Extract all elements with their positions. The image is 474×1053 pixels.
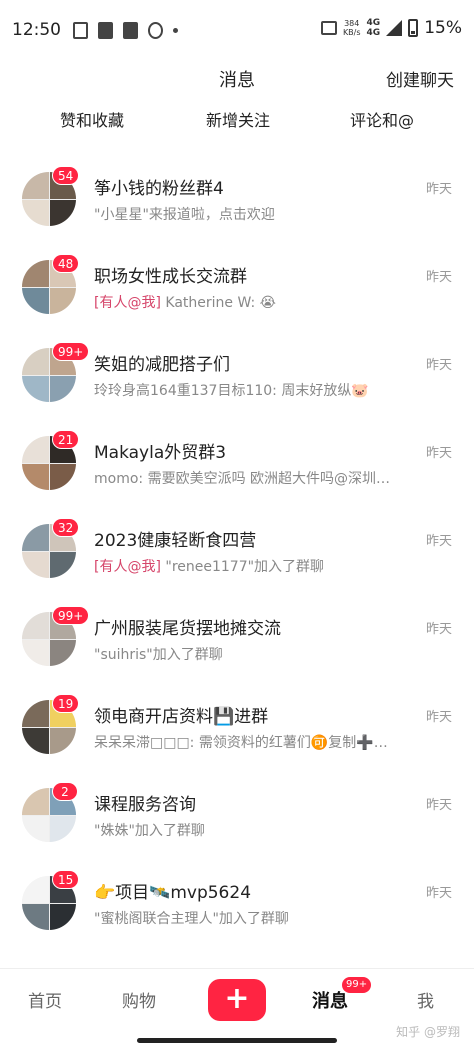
preview-text: "renee1177"加入了群聊	[160, 559, 325, 575]
conversation-time: 昨天	[425, 358, 452, 373]
quick-tabs: 赞和收藏 新增关注 评论和@	[0, 100, 474, 140]
unread-badge: 99+	[52, 342, 90, 361]
conversation-time: 昨天	[425, 798, 452, 813]
watermark: 知乎 @罗翔	[396, 1025, 460, 1039]
conversation-title: 领电商开店资料💾进群	[94, 707, 269, 727]
tab-likes-collections[interactable]: 赞和收藏	[60, 107, 124, 131]
conversation-time: 昨天	[425, 270, 452, 285]
bottom-nav: 首页 购物 + 消息 99+ 我 知乎 @罗翔	[0, 968, 474, 1039]
nav-home[interactable]: 首页	[28, 987, 62, 1012]
create-chat-button[interactable]: 创建聊天	[386, 66, 454, 91]
mention-tag: [有人@我]	[94, 295, 161, 311]
status-right: 384 KB/s 4G 4G 15%	[320, 18, 462, 38]
preview-text: "suihris"加入了群聊	[94, 647, 223, 663]
conversation-time: 昨天	[425, 622, 452, 637]
conversation-title: 笑姐的减肥搭子们	[94, 355, 230, 375]
nav-me[interactable]: 我	[417, 987, 434, 1012]
tab-comments-mentions[interactable]: 评论和@	[350, 107, 414, 131]
conversation-title: Makayla外贸群3	[94, 443, 227, 463]
preview-text: Katherine W: 😭	[160, 295, 277, 311]
conversation-preview: [有人@我] Katherine W: 😭	[94, 292, 276, 312]
preview-text: 呆呆呆滞□□□: 需领资料的红薯们🉑复制➕…	[94, 735, 388, 751]
conversation-title: 👉项目🛰️mvp5624	[94, 883, 252, 903]
conversation-preview: [有人@我] "renee1177"加入了群聊	[94, 556, 324, 576]
conversation-title: 广州服装尾货摆地摊交流	[94, 619, 281, 639]
net-speed-unit: KB/s	[342, 28, 361, 37]
status-time: 12:50	[12, 20, 61, 40]
unread-badge: 99+	[52, 606, 90, 625]
conversation-title: 筝小钱的粉丝群4	[94, 179, 224, 199]
network-type-1: 4G	[366, 18, 381, 28]
conversation-preview: "suihris"加入了群聊	[94, 644, 223, 664]
battery-icon	[408, 19, 419, 37]
conversation-preview: "姝姝"加入了群聊	[94, 820, 205, 840]
conversation-preview: "蜜桃阁联合主理人"加入了群聊	[94, 908, 289, 928]
conversation-row[interactable]: 32 2023健康轻断食四营 昨天 [有人@我] "renee1177"加入了群…	[0, 502, 474, 590]
network-type: 4G 4G	[367, 18, 381, 38]
conversation-time: 昨天	[425, 710, 452, 725]
alert-notification-icon-2	[123, 21, 138, 39]
unread-badge: 48	[52, 254, 80, 273]
alert-notification-icon	[98, 21, 113, 39]
conversation-preview: 玲玲身高164重137目标110: 周末好放纵🐷	[94, 380, 369, 400]
conversation-row[interactable]: 2 课程服务咨询 昨天 "姝姝"加入了群聊	[0, 766, 474, 854]
tab-new-followers[interactable]: 新增关注	[206, 107, 270, 131]
conversation-row[interactable]: 48 职场女性成长交流群 昨天 [有人@我] Katherine W: 😭	[0, 238, 474, 326]
message-notification-icon	[73, 21, 88, 39]
header: 消息 创建聊天	[0, 60, 474, 100]
conversation-row[interactable]: 54 筝小钱的粉丝群4 昨天 "小星星"来报道啦，点击欢迎	[0, 150, 474, 238]
home-indicator	[137, 1038, 337, 1043]
net-speed: 384 KB/s	[343, 19, 361, 37]
network-type-2: 4G	[366, 28, 381, 38]
conversation-title: 职场女性成长交流群	[94, 267, 247, 287]
messages-badge: 99+	[342, 977, 372, 993]
unread-badge: 32	[52, 518, 80, 537]
conversation-preview: momo: 需要欧美空派吗 欧洲超大件吗@深圳…	[94, 468, 390, 488]
app-notification-icon	[148, 21, 163, 39]
more-notifications-dot-icon	[173, 27, 178, 33]
vibrate-icon	[320, 21, 337, 35]
unread-badge: 2	[52, 782, 78, 801]
preview-text: momo: 需要欧美空派吗 欧洲超大件吗@深圳…	[94, 471, 391, 487]
preview-text: "姝姝"加入了群聊	[94, 823, 205, 839]
unread-badge: 19	[52, 694, 80, 713]
conversation-preview: "小星星"来报道啦，点击欢迎	[94, 204, 275, 224]
nav-messages[interactable]: 消息	[312, 987, 348, 1013]
unread-badge: 15	[52, 870, 80, 889]
notification-icons	[73, 21, 178, 39]
preview-text: 玲玲身高164重137目标110: 周末好放纵🐷	[94, 383, 369, 399]
conversation-title: 课程服务咨询	[94, 795, 196, 815]
nav-shopping[interactable]: 购物	[122, 987, 156, 1012]
preview-text: "小星星"来报道啦，点击欢迎	[94, 207, 275, 223]
conversation-time: 昨天	[425, 446, 452, 461]
conversation-title: 2023健康轻断食四营	[94, 531, 257, 551]
conversation-row[interactable]: 21 Makayla外贸群3 昨天 momo: 需要欧美空派吗 欧洲超大件吗@深…	[0, 414, 474, 502]
conversation-time: 昨天	[425, 886, 452, 901]
unread-badge: 21	[52, 430, 80, 449]
battery-percent: 15%	[424, 18, 462, 38]
status-bar: 12:50 384 KB/s 4G 4G 15%	[0, 0, 474, 60]
net-speed-value: 384	[344, 19, 360, 28]
conversation-time: 昨天	[425, 182, 452, 197]
mention-tag: [有人@我]	[94, 559, 161, 575]
conversation-row[interactable]: 99+ 广州服装尾货摆地摊交流 昨天 "suihris"加入了群聊	[0, 590, 474, 678]
conversation-preview: 呆呆呆滞□□□: 需领资料的红薯们🉑复制➕…	[94, 732, 388, 752]
conversation-row[interactable]: 19 领电商开店资料💾进群 昨天 呆呆呆滞□□□: 需领资料的红薯们🉑复制➕…	[0, 678, 474, 766]
preview-text: "蜜桃阁联合主理人"加入了群聊	[94, 911, 289, 927]
unread-badge: 54	[52, 166, 80, 185]
conversation-row[interactable]: 15 👉项目🛰️mvp5624 昨天 "蜜桃阁联合主理人"加入了群聊	[0, 854, 474, 942]
conversation-time: 昨天	[425, 534, 452, 549]
signal-icon	[386, 20, 403, 36]
conversation-row[interactable]: 99+ 笑姐的减肥搭子们 昨天 玲玲身高164重137目标110: 周末好放纵🐷	[0, 326, 474, 414]
create-post-button[interactable]: +	[208, 979, 266, 1021]
